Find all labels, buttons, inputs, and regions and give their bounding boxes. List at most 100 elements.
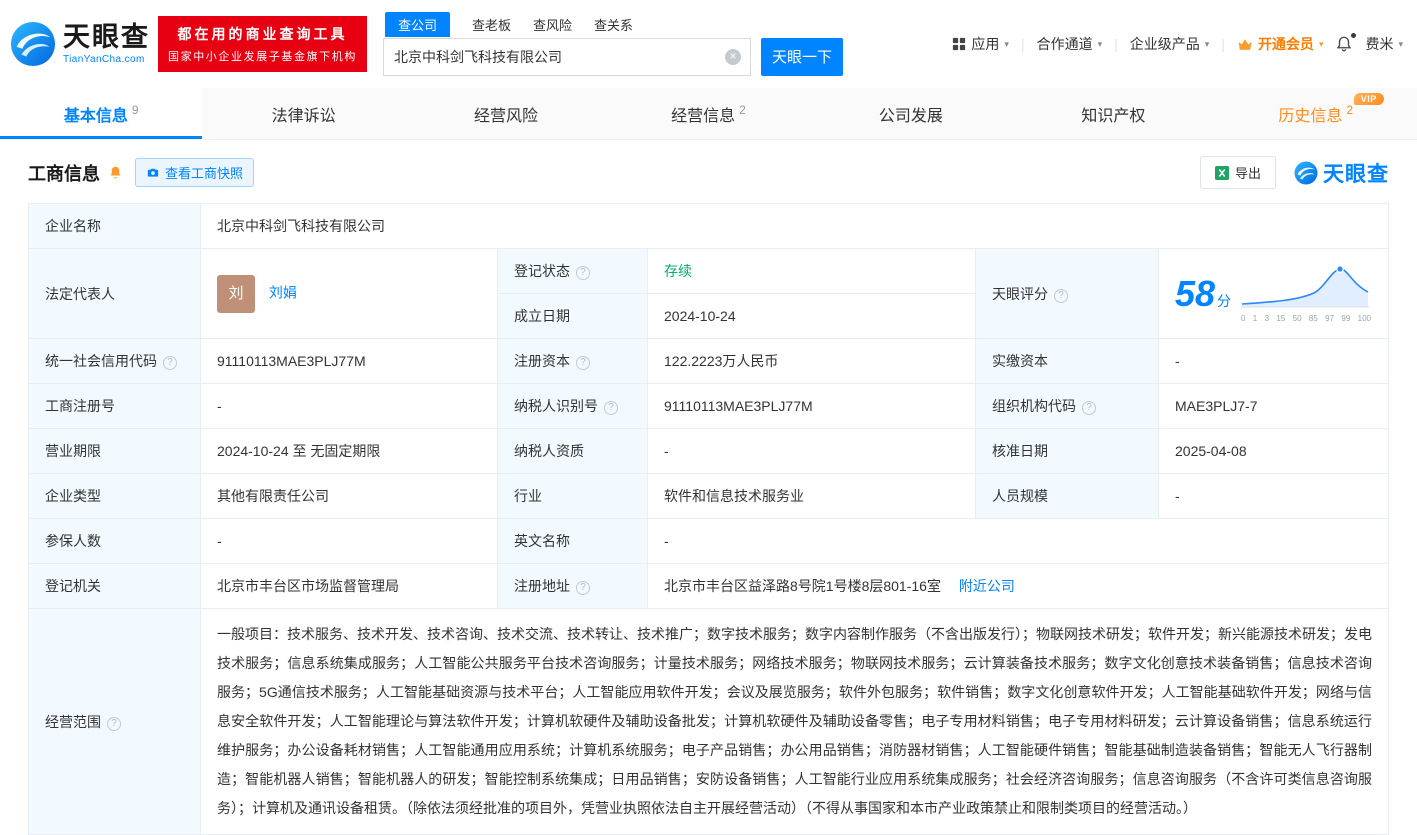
tab-intellectual-property[interactable]: 知识产权 [1012, 88, 1214, 139]
table-row: 经营范围? 一般项目：技术服务、技术开发、技术咨询、技术交流、技术转让、技术推广… [28, 608, 1389, 835]
export-button[interactable]: 导出 [1199, 156, 1276, 189]
insured-count-value-cell: - [200, 518, 498, 564]
help-icon[interactable]: ? [576, 266, 590, 280]
english-name-label-cell: 英文名称 [497, 518, 648, 564]
reg-status-label-cell: 登记状态? [497, 248, 648, 294]
axis-tick: 97 [1325, 314, 1335, 323]
tianyancha-logo[interactable]: 天眼查 TianYanCha.com [10, 21, 150, 67]
tab-label: 经营风险 [474, 107, 539, 125]
nearby-companies-link[interactable]: 附近公司 [959, 578, 1015, 594]
watermark-logo: 天眼查 [1294, 158, 1389, 188]
business-info-table: 企业名称 北京中科剑飞科技有限公司 法定代表人 刘 刘娟 登记状态? 存续 天眼… [28, 203, 1389, 835]
chevron-down-icon: ▾ [1204, 38, 1210, 49]
search-button[interactable]: 天眼一下 [761, 37, 843, 76]
english-name-value-cell: - [647, 518, 1389, 564]
menu-enterprise[interactable]: 企业级产品 ▾ [1130, 34, 1210, 54]
field-label: 行业 [514, 488, 542, 504]
field-value: 2024-10-24 至 无固定期限 [217, 443, 381, 459]
credit-code-label-cell: 统一社会信用代码? [28, 338, 201, 384]
help-icon[interactable]: ? [576, 581, 590, 595]
field-label: 统一社会信用代码 [45, 353, 157, 369]
tab-label: 经营信息 [671, 107, 736, 125]
help-icon[interactable]: ? [1054, 288, 1068, 303]
search-tabs: 查公司 查老板 查风险 查关系 [383, 11, 843, 37]
notification-bell[interactable] [1335, 33, 1357, 53]
tab-label: 基本信息 [63, 107, 128, 125]
business-scope-label-cell: 经营范围? [28, 608, 201, 835]
field-label: 法定代表人 [45, 285, 115, 302]
score-axis: 0 1 3 15 50 85 97 99 100 [1240, 314, 1372, 323]
menu-vip[interactable]: 开通会员 ▾ [1237, 34, 1323, 54]
tab-count: 9 [131, 102, 139, 117]
tab-operating-risk[interactable]: 经营风险 [405, 88, 607, 139]
axis-tick: 85 [1308, 314, 1318, 323]
help-icon[interactable]: ? [107, 716, 121, 731]
tab-basic-info[interactable]: 基本信息 9 [0, 88, 203, 139]
industry-label-cell: 行业 [497, 473, 648, 519]
tab-operating-info[interactable]: 经营信息 2 [607, 88, 809, 139]
help-icon[interactable]: ? [604, 401, 618, 415]
search-area: 查公司 查老板 查风险 查关系 × 天眼一下 [383, 11, 843, 76]
legal-rep-avatar[interactable]: 刘 [217, 274, 255, 313]
axis-tick: 3 [1264, 314, 1270, 323]
field-label: 登记机关 [45, 578, 101, 594]
field-label: 注册资本 [514, 353, 570, 369]
menu-apps[interactable]: 应用 ▾ [952, 34, 1009, 54]
right-tools: 导出 天眼查 [1199, 156, 1389, 189]
table-row: 企业类型 其他有限责任公司 行业 软件和信息技术服务业 人员规模 - [28, 473, 1389, 519]
axis-tick: 50 [1292, 314, 1302, 323]
tab-history-info[interactable]: 历史信息 2 VIP [1215, 88, 1417, 139]
axis-tick: 0 [1241, 314, 1246, 323]
table-row: 参保人数 - 英文名称 - [28, 518, 1389, 564]
business-scope-text: 一般项目：技术服务、技术开发、技术咨询、技术交流、技术转让、技术推广；数字技术服… [217, 626, 1372, 816]
promo-banner: 都在用的商业查询工具 国家中小企业发展子基金旗下机构 [158, 16, 367, 72]
menu-user[interactable]: 费米 ▾ [1365, 34, 1403, 54]
score-value-cell[interactable]: 58 分 0 1 3 15 50 85 97 99 100 [1158, 248, 1389, 339]
field-label: 注册地址 [514, 578, 570, 594]
tab-label: 公司发展 [878, 107, 943, 125]
axis-tick: 1 [1252, 314, 1258, 323]
taxpayer-quals-value-cell: - [647, 428, 976, 474]
axis-tick: 15 [1276, 314, 1286, 323]
score-unit: 分 [1217, 292, 1232, 309]
subscribe-bell-icon[interactable] [108, 165, 123, 181]
menu-partner[interactable]: 合作通道 ▾ [1037, 34, 1103, 54]
company-name-label-cell: 企业名称 [28, 203, 201, 249]
section-bar: 工商信息 查看工商快照 导出 天眼查 [0, 140, 1417, 201]
help-icon[interactable]: ? [163, 356, 177, 370]
company-name-value-cell: 北京中科剑飞科技有限公司 [200, 203, 1389, 249]
table-row: 登记机关 北京市丰台区市场监督管理局 注册地址? 北京市丰台区益泽路8号院1号楼… [28, 563, 1389, 609]
reg-status-value-cell: 存续 [647, 248, 976, 294]
org-code-label-cell: 组织机构代码? [975, 383, 1159, 429]
clear-icon[interactable]: × [725, 48, 741, 65]
tab-legal-proceedings[interactable]: 法律诉讼 [202, 88, 404, 139]
menu-enterprise-label: 企业级产品 [1129, 36, 1200, 52]
search-tab-boss[interactable]: 查老板 [472, 12, 511, 37]
search-input[interactable] [383, 37, 751, 76]
field-label: 工商注册号 [45, 398, 115, 414]
field-value: 2024-10-24 [664, 308, 736, 324]
staff-size-label-cell: 人员规模 [975, 473, 1159, 519]
user-name: 费米 [1365, 36, 1394, 52]
field-label: 企业名称 [45, 218, 101, 234]
legal-rep-link[interactable]: 刘娟 [269, 284, 297, 300]
help-icon[interactable]: ? [576, 356, 590, 370]
search-tab-company[interactable]: 查公司 [385, 11, 451, 37]
section-title: 工商信息 [28, 163, 100, 184]
reg-authority-value-cell: 北京市丰台区市场监督管理局 [200, 563, 498, 609]
snapshot-button[interactable]: 查看工商快照 [135, 158, 255, 187]
tab-company-development[interactable]: 公司发展 [810, 88, 1012, 139]
score-curve-chart: 0 1 3 15 50 85 97 99 100 [1240, 264, 1372, 323]
field-value: - [217, 533, 222, 549]
company-type-value-cell: 其他有限责任公司 [200, 473, 498, 519]
search-tab-risk[interactable]: 查风险 [533, 12, 572, 37]
notification-dot [1351, 33, 1357, 38]
credit-code-value-cell: 91110113MAE3PLJ77M [200, 338, 498, 384]
field-label: 企业类型 [45, 488, 101, 504]
field-label: 实缴资本 [992, 353, 1048, 369]
tab-count: 2 [739, 102, 746, 117]
field-label: 组织机构代码 [992, 398, 1076, 414]
search-tab-relation[interactable]: 查关系 [594, 12, 633, 37]
help-icon[interactable]: ? [1082, 401, 1096, 415]
watermark-logo-text: 天眼查 [1323, 162, 1389, 186]
